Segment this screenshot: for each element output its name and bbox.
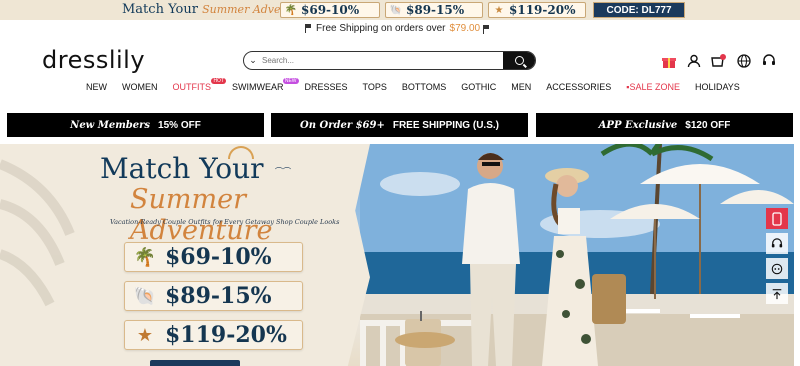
nav-item-bottoms[interactable]: BOTTOMS	[402, 82, 446, 92]
user-icon[interactable]	[686, 53, 702, 69]
hero-cta-button[interactable]	[150, 360, 240, 366]
nav-item-dresses[interactable]: DRESSES	[305, 82, 348, 92]
starfish-icon: ★	[136, 324, 154, 345]
phone-icon	[772, 211, 782, 226]
gift-icon[interactable]	[661, 53, 677, 69]
search-bar[interactable]: ⌄	[243, 51, 536, 70]
chat-button[interactable]	[766, 258, 788, 279]
hero-tier-1[interactable]: 🌴 $69-10%	[124, 242, 303, 272]
back-to-top-button[interactable]	[766, 283, 788, 304]
nav-item-sale-zone[interactable]: ▪SALE ZONE	[626, 82, 680, 92]
floating-toolbar	[766, 208, 788, 304]
nav-item-gothic[interactable]: GOTHIC	[461, 82, 496, 92]
nav-item-accessories[interactable]: ACCESSORIES	[546, 82, 611, 92]
hero-subtitle: Vacation-Ready Couple Outfits for Every …	[110, 218, 340, 226]
shipping-amount: $79.00	[449, 23, 481, 34]
arrow-up-icon	[772, 288, 782, 299]
nav-item-men[interactable]: MEN	[511, 82, 531, 92]
header-icons	[661, 53, 777, 69]
headset-icon	[771, 237, 783, 247]
shell-icon: 🐚	[133, 285, 157, 306]
search-icon	[514, 56, 524, 65]
nav-item-outfits[interactable]: OUTFITS HOT	[173, 78, 226, 92]
seagull-icon: ⌒⌒	[275, 167, 291, 176]
beach-scene-image	[360, 144, 794, 366]
promo-code-badge[interactable]: CODE: DL777	[593, 2, 685, 18]
palm-tree-icon: 🌴	[133, 246, 157, 267]
topbar-tier-3[interactable]: ★ $119-20%	[488, 2, 586, 18]
promo-free-shipping[interactable]: On Order $69+ FREE SHIPPING (U.S.)	[271, 113, 528, 137]
shipping-text: Free Shipping on orders over	[316, 23, 446, 34]
new-badge: NEW	[282, 78, 299, 84]
site-logo[interactable]: dresslily	[42, 46, 145, 74]
hero-title-script: Summer Adventure	[130, 184, 273, 246]
promo-new-members[interactable]: New Members 15% OFF	[7, 113, 264, 137]
app-download-button[interactable]	[766, 208, 788, 229]
nav-item-new[interactable]: NEW	[86, 82, 107, 92]
chevron-down-icon[interactable]: ⌄	[244, 52, 262, 69]
hero-text-panel: ⌒⌒ Match Your Summer Adventure Vacation-…	[0, 144, 370, 366]
cart-icon[interactable]	[711, 53, 727, 69]
globe-icon[interactable]	[736, 53, 752, 69]
nav-item-women[interactable]: WOMEN	[122, 82, 158, 92]
nav-item-holidays[interactable]: HOLIDAYS	[695, 82, 740, 92]
free-shipping-notice: Free Shipping on orders over $79.00	[305, 23, 480, 34]
hero-tier-3[interactable]: ★ $119-20%	[124, 320, 303, 350]
headset-icon[interactable]	[761, 53, 777, 69]
nav-item-tops[interactable]: TOPS	[363, 82, 387, 92]
topbar-tier-1[interactable]: 🌴 $69-10%	[280, 2, 380, 18]
palm-tree-icon: 🌴	[284, 4, 298, 16]
support-button[interactable]	[766, 233, 788, 254]
search-input[interactable]	[262, 52, 503, 69]
shell-icon: 🐚	[389, 4, 403, 16]
hero-banner[interactable]: ⌒⌒ Match Your Summer Adventure Vacation-…	[0, 144, 794, 366]
promo-app-exclusive[interactable]: APP Exclusive $120 OFF	[536, 113, 793, 137]
topbar-tier-2[interactable]: 🐚 $89-15%	[385, 2, 483, 18]
hot-badge: HOT	[211, 78, 226, 84]
hero-title: Match Your	[100, 152, 264, 185]
nav-item-swimwear[interactable]: SWIMWEAR NEW	[232, 78, 299, 92]
flag-icon	[483, 25, 490, 34]
top-promo-strip[interactable]: Match Your Summer Adventure 🌴 $69-10% 🐚 …	[0, 0, 800, 20]
main-nav: NEW WOMEN OUTFITS HOT SWIMWEAR NEW DRESSES…	[86, 78, 755, 92]
flag-icon	[305, 24, 312, 33]
hero-tier-2[interactable]: 🐚 $89-15%	[124, 281, 303, 311]
starfish-icon: ★	[494, 4, 504, 16]
search-button[interactable]	[503, 52, 535, 69]
chat-icon	[771, 263, 783, 274]
